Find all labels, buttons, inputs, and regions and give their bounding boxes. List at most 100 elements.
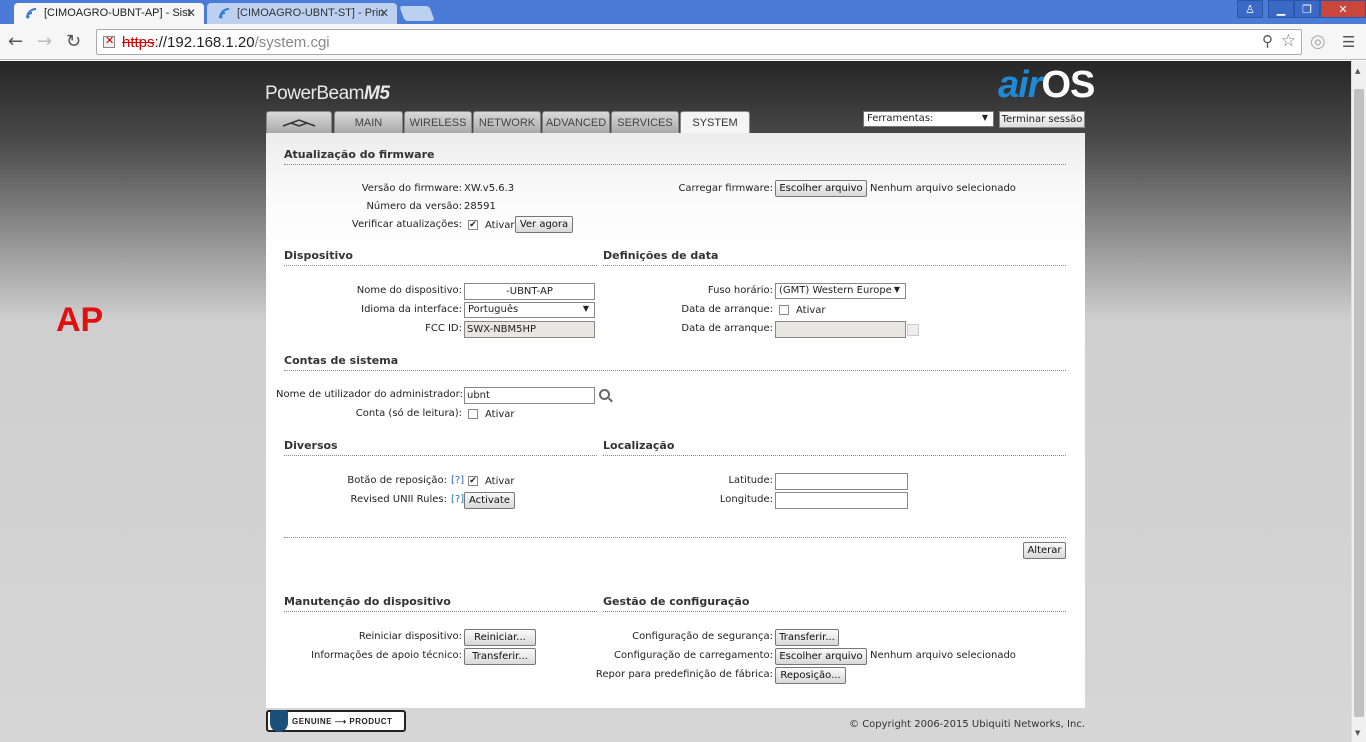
reset-button-label: Botão de reposição:: [347, 475, 447, 486]
reload-icon[interactable]: ↻: [66, 31, 81, 52]
logout-button[interactable]: Terminar sessão: [999, 111, 1085, 128]
startup-date-value-label: Data de arranque:: [681, 323, 773, 334]
fcc-id-label: FCC ID:: [425, 323, 462, 334]
lock-shield-icon: [270, 710, 288, 732]
reboot-label: Reiniciar dispositivo:: [358, 631, 462, 642]
scrollbar-thumb[interactable]: [1354, 89, 1364, 717]
chevron-down-icon: ▼: [981, 113, 988, 122]
factory-reset-button[interactable]: Reposição...: [775, 667, 846, 684]
search-icon[interactable]: [599, 389, 610, 400]
page-footer: GENUINE ⟶ PRODUCT © Copyright 2006-2015 …: [266, 708, 1085, 738]
startup-date-checkbox[interactable]: [779, 305, 789, 315]
change-button[interactable]: Alterar: [1023, 542, 1066, 559]
tab-advanced[interactable]: ADVANCED: [542, 111, 610, 133]
reset-button-checkbox[interactable]: ✔: [468, 476, 478, 486]
interface-language-select[interactable]: Português ▼: [464, 302, 595, 318]
timezone-label: Fuso horário:: [707, 285, 773, 296]
device-name-input[interactable]: -UBNT-AP: [464, 283, 595, 300]
ap-overlay-label: AP: [56, 301, 104, 339]
build-number-value: 28591: [464, 201, 496, 212]
section-firmware-title: Atualização do firmware: [284, 148, 1066, 165]
admin-username-input[interactable]: ubnt: [464, 387, 595, 404]
zoom-icon[interactable]: ⚲: [1262, 32, 1273, 50]
section-maintenance-title: Manutenção do dispositivo: [284, 595, 597, 612]
logo-air: air: [998, 64, 1042, 106]
section-config-title: Gestão de configuração: [603, 595, 1066, 612]
browser-tab-ap[interactable]: [CIMOAGRO-UBNT-AP] - Sist ✕: [14, 3, 204, 24]
close-window-button[interactable]: ✕: [1320, 0, 1366, 18]
startup-date-option: Ativar: [796, 305, 826, 316]
check-updates-label: Verificar atualizações:: [351, 219, 462, 230]
fcc-id-field: SWX-NBM5HP: [464, 321, 595, 338]
backup-config-label: Configuração de segurança:: [632, 631, 773, 642]
close-icon[interactable]: ✕: [186, 6, 196, 20]
tab-system[interactable]: SYSTEM: [680, 111, 750, 134]
latitude-input[interactable]: [775, 473, 908, 490]
copyright: © Copyright 2006-2015 Ubiquiti Networks,…: [849, 719, 1085, 730]
tools-dropdown[interactable]: Ferramentas: ▼: [863, 111, 994, 127]
timezone-selected: (GMT) Western Europe: [779, 285, 892, 296]
browser-tab-label: [CIMOAGRO-UBNT-AP] - Sist: [44, 7, 191, 19]
section-date-title: Definições de data: [603, 249, 1066, 266]
tab-services[interactable]: SERVICES: [611, 111, 679, 133]
back-icon[interactable]: ←: [8, 31, 23, 52]
check-now-button[interactable]: Ver agora: [515, 216, 573, 233]
tab-main[interactable]: MAIN: [334, 111, 403, 133]
brand-name: PowerBeam: [265, 83, 365, 104]
startup-date-label: Data de arranque:: [681, 304, 773, 315]
scroll-up-icon[interactable]: ▲: [1355, 67, 1360, 75]
section-misc-title: Diversos: [284, 439, 597, 456]
system-panel: Atualização do firmware Versão do firmwa…: [266, 133, 1085, 708]
browser-tab-st[interactable]: [CIMOAGRO-UBNT-ST] - Prin ✕: [207, 3, 397, 24]
section-location-title: Localização: [603, 439, 1066, 456]
menu-icon[interactable]: ☰: [1342, 33, 1355, 51]
bookmark-star-icon[interactable]: ☆: [1281, 31, 1296, 51]
url-input[interactable]: https://192.168.1.20/system.cgi ⚲ ☆: [96, 29, 1302, 55]
product-brand: PowerBeamM5: [265, 83, 390, 105]
extension-icon[interactable]: ◎: [1310, 31, 1326, 52]
longitude-label: Longitude:: [719, 494, 773, 505]
readonly-account-label: Conta (só de leitura):: [355, 408, 462, 419]
support-download-button[interactable]: Transferir...: [464, 648, 536, 665]
backup-config-button[interactable]: Transferir...: [775, 629, 839, 646]
brand-model: M5: [364, 83, 390, 104]
readonly-account-checkbox[interactable]: [468, 409, 478, 419]
airos-logo: airOS: [998, 64, 1095, 107]
admin-username-label: Nome de utilizador do administrador:: [276, 389, 463, 400]
browser-tab-bar: [CIMOAGRO-UBNT-AP] - Sist ✕ [CIMOAGRO-UB…: [0, 0, 1366, 24]
tab-network[interactable]: NETWORK: [473, 111, 541, 133]
choose-config-file-button[interactable]: Escolher arquivo: [775, 648, 867, 665]
restore-button[interactable]: ❐: [1294, 0, 1320, 18]
browser-tab-label: [CIMOAGRO-UBNT-ST] - Prin: [237, 7, 385, 19]
close-icon[interactable]: ✕: [379, 6, 389, 20]
check-updates-checkbox[interactable]: ✔: [468, 220, 478, 230]
timezone-select[interactable]: (GMT) Western Europe ▼: [775, 283, 906, 299]
section-device-title: Dispositivo: [284, 249, 597, 266]
forward-icon[interactable]: →: [37, 31, 52, 52]
unii-rules-label: Revised UNII Rules:: [350, 494, 447, 505]
unii-activate-button[interactable]: Activate: [464, 492, 515, 509]
address-bar-row: ← → ↻ https://192.168.1.20/system.cgi ⚲ …: [0, 24, 1366, 60]
factory-reset-label: Repor para predefinição de fábrica:: [595, 669, 773, 680]
firmware-version-value: XW.v5.6.3: [464, 183, 515, 194]
scroll-down-icon[interactable]: ▼: [1355, 729, 1360, 737]
logo-os: OS: [1041, 64, 1095, 106]
url-path: /system.cgi: [254, 34, 330, 51]
reset-help-link[interactable]: [?]: [451, 475, 464, 486]
unii-help-link[interactable]: [?]: [451, 494, 464, 505]
new-tab-button[interactable]: [399, 6, 435, 21]
vertical-scrollbar[interactable]: ▲ ▼: [1351, 61, 1366, 742]
language-selected: Português: [468, 304, 519, 315]
choose-firmware-file-button[interactable]: Escolher arquivo: [775, 180, 867, 197]
longitude-input[interactable]: [775, 492, 908, 509]
tab-wireless[interactable]: WIRELESS: [404, 111, 472, 133]
ubiquiti-logo-icon: [282, 119, 316, 127]
firmware-file-status: Nenhum arquivo selecionado: [870, 183, 1016, 194]
genuine-product-badge: GENUINE ⟶ PRODUCT: [266, 710, 406, 732]
tab-ubiquiti-logo[interactable]: [266, 111, 332, 133]
minimize-button[interactable]: ▁: [1268, 0, 1294, 18]
user-icon[interactable]: ♙: [1237, 0, 1263, 18]
divider: [284, 537, 1066, 538]
reboot-button[interactable]: Reiniciar...: [464, 629, 536, 646]
calendar-icon[interactable]: [907, 324, 919, 336]
